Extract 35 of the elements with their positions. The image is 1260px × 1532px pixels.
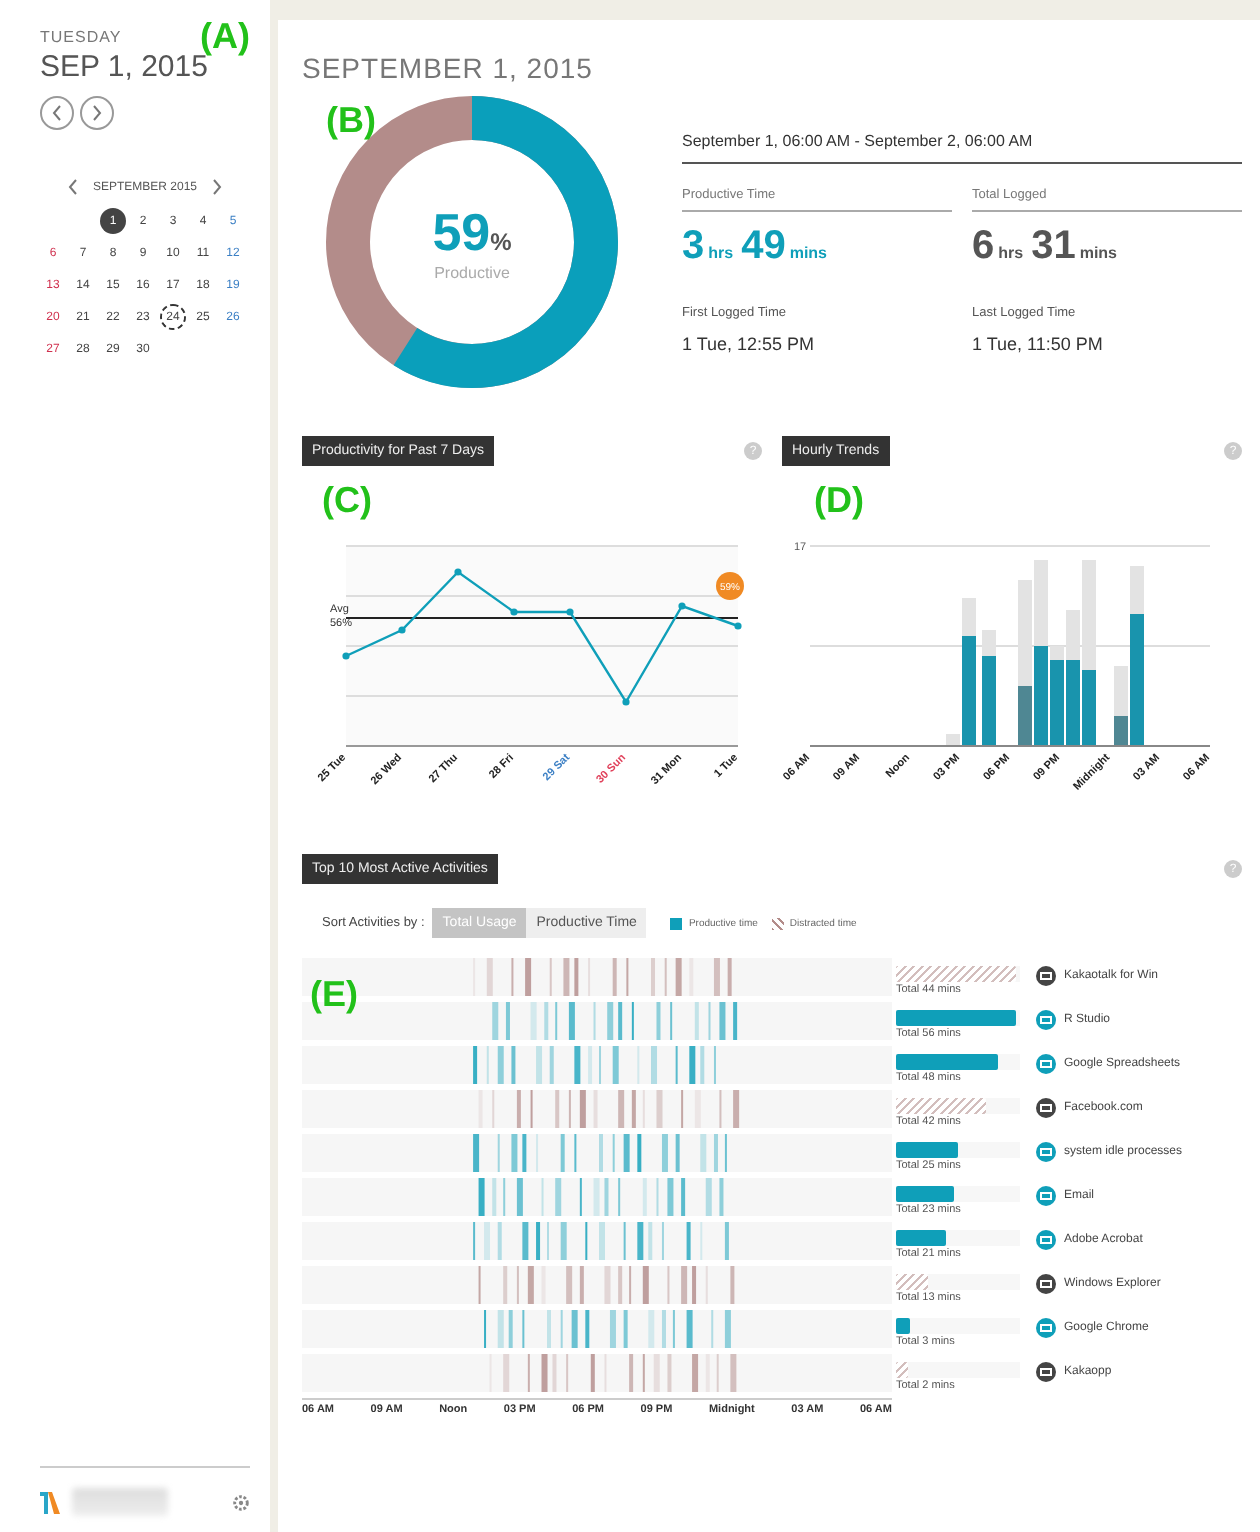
time-value: 1 Tue, 12:55 PM: [682, 333, 817, 353]
chevron-right-icon: [209, 178, 224, 196]
annotation-label: (C): [322, 480, 372, 522]
annotation-label: (A): [200, 16, 250, 56]
next-day-button[interactable]: [80, 96, 114, 130]
chevron-right-icon: [90, 104, 104, 122]
chevron-left-icon: [66, 178, 81, 196]
annotation-label: (E): [310, 974, 358, 1016]
donut-caption: Productive: [434, 264, 510, 282]
annotation-label: (D): [814, 480, 864, 522]
monitor-icon: [1036, 1318, 1056, 1338]
chevron-left-icon: [50, 104, 64, 122]
productive-percent: 59%: [432, 202, 512, 264]
monitor-icon: [1036, 1098, 1056, 1118]
monitor-icon: [1036, 1010, 1056, 1030]
monitor-icon: [1036, 1274, 1056, 1294]
stat-value: 6 hrs 31 mins: [972, 223, 1119, 269]
legend-swatch: [771, 917, 784, 929]
monitor-icon: [1036, 1362, 1056, 1382]
previous-day-button[interactable]: [40, 96, 74, 130]
monitor-icon: [1036, 1186, 1056, 1206]
settings-icon[interactable]: [232, 1493, 250, 1511]
page-title: SEPTEMBER 1, 2015: [302, 52, 595, 84]
monitor-icon: [1036, 1142, 1056, 1162]
monitor-icon: [1036, 1230, 1056, 1250]
annotation-label: (B): [326, 100, 376, 142]
time-value: 1 Tue, 11:50 PM: [972, 333, 1105, 353]
blurred-user-name: [72, 1488, 168, 1516]
app-logo-icon: [40, 1490, 60, 1514]
date-range: September 1, 06:00 AM - September 2, 06:00 AM: [682, 131, 1242, 163]
stat-value: 3 hrs 49 mins: [682, 223, 829, 269]
legend-swatch: [670, 917, 683, 929]
weekday-label: TUESDAY: [40, 28, 122, 46]
monitor-icon: [1036, 966, 1056, 986]
monitor-icon: [1036, 1054, 1056, 1074]
